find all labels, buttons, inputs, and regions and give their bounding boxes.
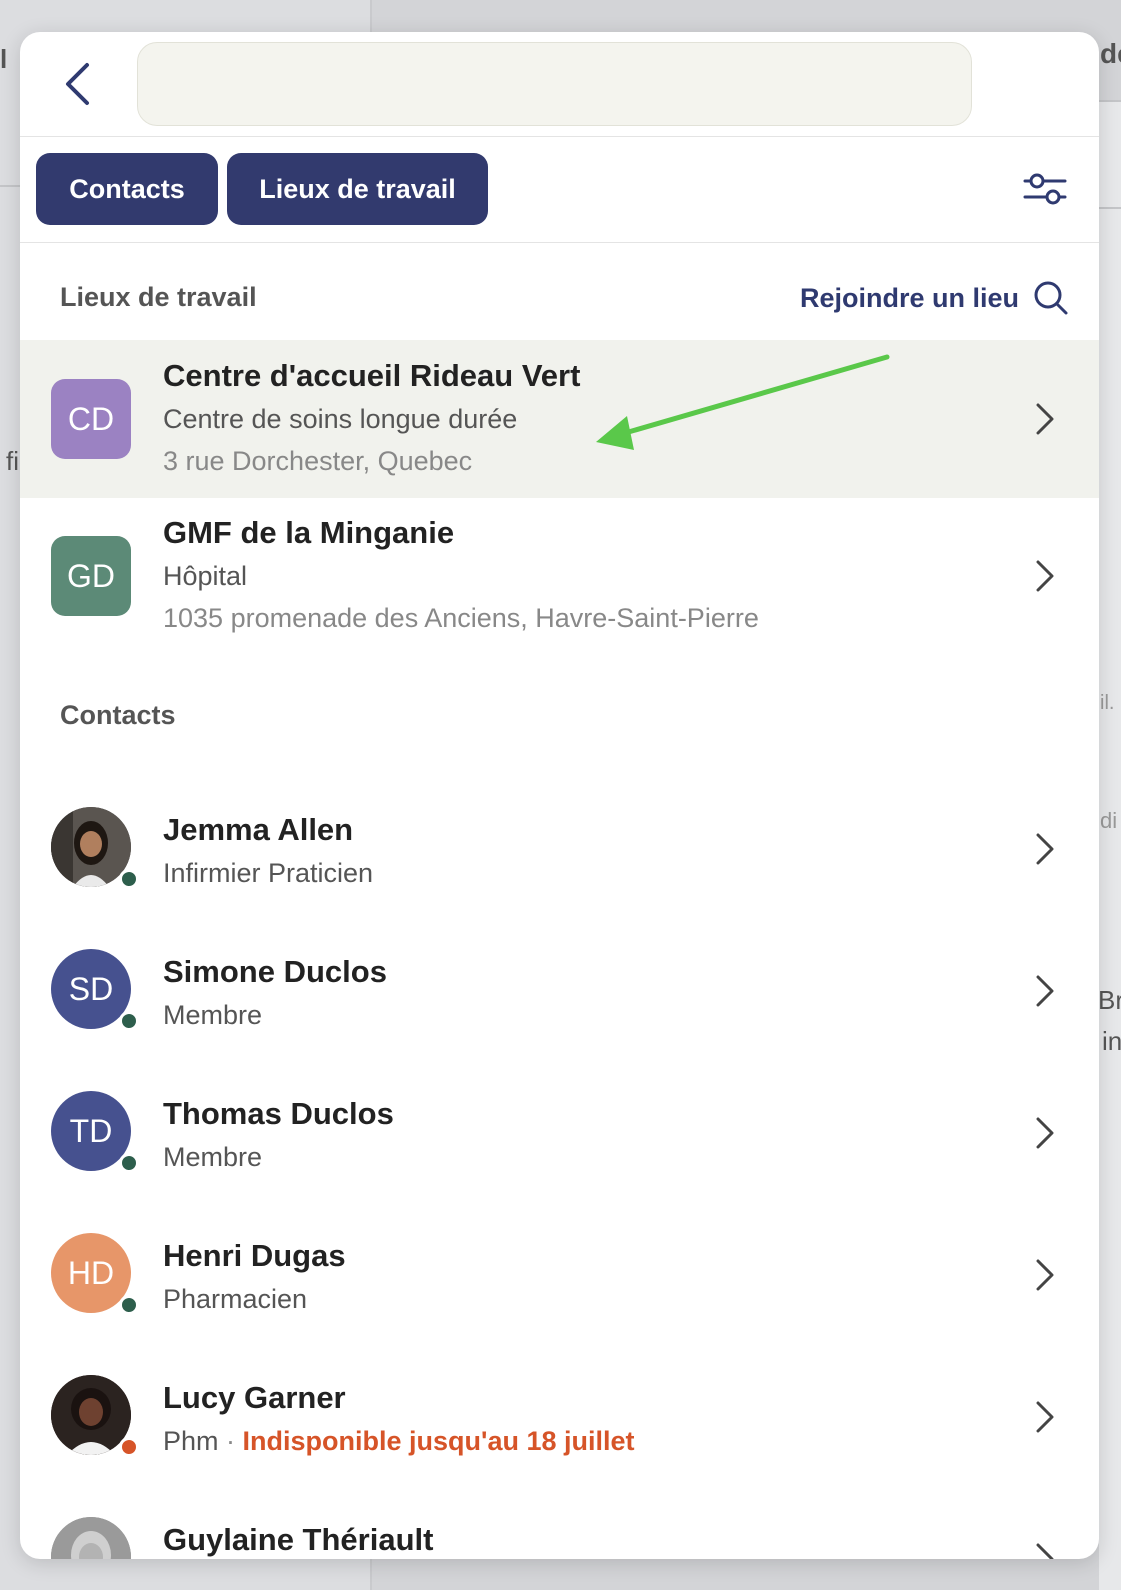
annotation-arrow-icon [596,354,890,450]
